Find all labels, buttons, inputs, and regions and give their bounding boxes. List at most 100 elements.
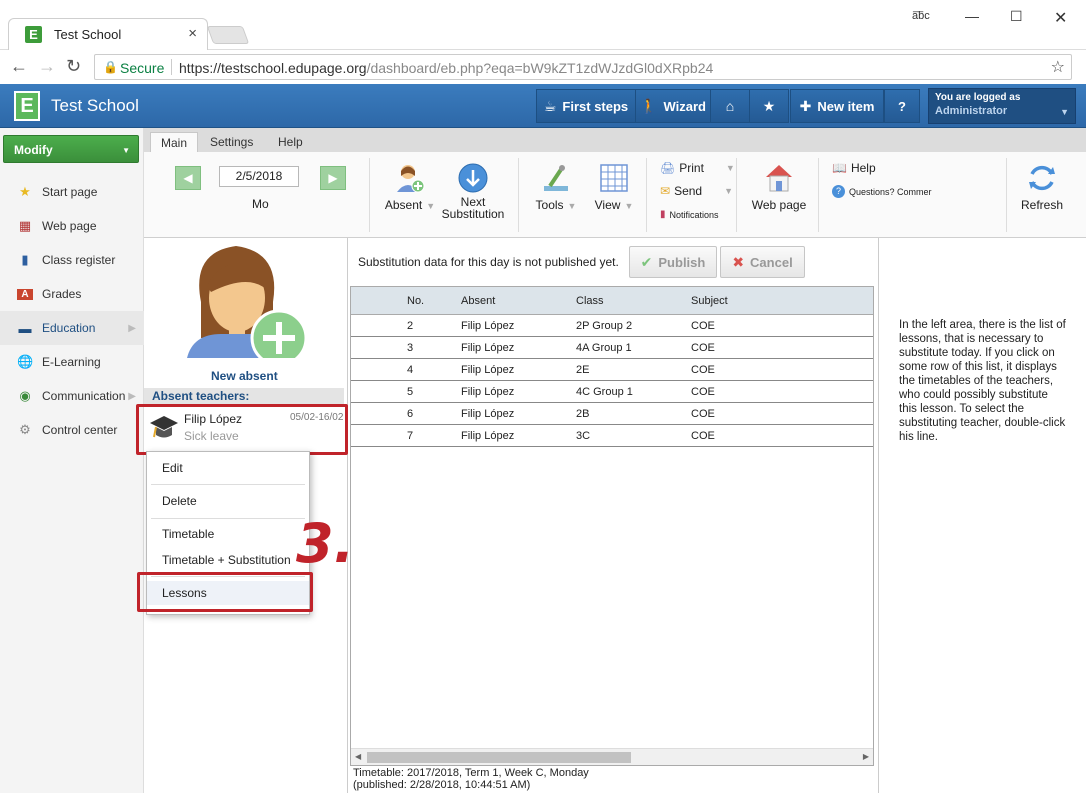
home-button[interactable]: ⌂ (710, 89, 750, 123)
lessons-table: No. Absent Class Subject 2 Filip López 2… (350, 286, 874, 766)
ribbon-divider (369, 158, 370, 232)
tab-settings[interactable]: Settings (200, 132, 263, 152)
forward-icon[interactable]: → (38, 56, 56, 77)
next-day-button[interactable]: ▶ (320, 166, 346, 190)
send-button[interactable]: ✉ Send ▼ (660, 184, 733, 198)
cancel-label: Cancel (750, 254, 793, 270)
maximize-icon[interactable]: ☐ (1010, 8, 1023, 25)
table-row[interactable]: 5 Filip López 4C Group 1 COE (351, 381, 873, 403)
cell-subject: COE (691, 386, 715, 398)
refresh-button[interactable]: Refresh (1012, 162, 1072, 212)
column-header-absent[interactable]: Absent (461, 295, 495, 307)
home-icon: ⌂ (725, 98, 735, 114)
new-item-button[interactable]: ✚ New item (790, 89, 884, 123)
previous-day-button[interactable]: ◀ (175, 166, 201, 190)
modify-button[interactable]: Modify ▼ (3, 135, 139, 163)
tab-main[interactable]: Main (150, 132, 199, 152)
sidebar-item-education[interactable]: ▬ Education ▶ (0, 311, 144, 345)
horizontal-scrollbar[interactable]: ◀ ▶ (351, 748, 873, 765)
sidebar-item-e-learning[interactable]: 🌐 E-Learning (0, 345, 144, 379)
back-icon[interactable]: ← (10, 56, 28, 77)
tab-help[interactable]: Help (268, 132, 313, 152)
table-row[interactable]: 7 Filip López 3C COE (351, 425, 873, 447)
edupage-logo[interactable]: E (14, 91, 40, 121)
table-row[interactable]: 3 Filip López 4A Group 1 COE (351, 337, 873, 359)
scroll-right-icon[interactable]: ▶ (863, 752, 869, 761)
gear-icon: ⚙ (19, 422, 31, 437)
chevron-down-icon: ▼ (724, 186, 734, 196)
cell-subject: COE (691, 408, 715, 420)
bookmark-star-icon[interactable]: ☆ (1051, 57, 1065, 77)
chevron-right-icon: ▶ (128, 322, 136, 334)
sidebar-item-control-center[interactable]: ⚙ Control center (0, 413, 144, 447)
column-header-class[interactable]: Class (576, 295, 604, 307)
timetable-info: Timetable: 2017/2018, Term 1, Week C, Mo… (353, 767, 589, 791)
sidebar-item-grades[interactable]: A Grades (0, 277, 144, 311)
sidebar-item-class-register[interactable]: ▮ Class register (0, 243, 144, 277)
scroll-left-icon[interactable]: ◀ (355, 752, 361, 761)
tab-close-icon[interactable]: × (188, 25, 197, 42)
next-substitution-label-2: Substitution (441, 207, 505, 221)
absent-button[interactable]: Absent ▼ (380, 162, 440, 212)
question-icon: ? (832, 185, 845, 198)
favorites-button[interactable]: ★ (749, 89, 789, 123)
table-row[interactable]: 2 Filip López 2P Group 2 COE (351, 315, 873, 337)
star-icon: ★ (762, 97, 776, 114)
book-icon: ☕ (543, 97, 557, 114)
questions-link[interactable]: ? Questions? Commer (832, 185, 932, 198)
cell-class: 4C Group 1 (576, 386, 633, 398)
globe-icon: 🌐 (17, 354, 34, 369)
url-path: /dashboard/eb.php?eqa=bW9kZT1zdWJzdGl0dX… (366, 60, 714, 76)
print-button[interactable]: 🖨 Print ▼ (660, 161, 735, 175)
browser-tab-title: Test School (54, 27, 122, 42)
cell-absent: Filip López (461, 430, 515, 442)
school-name[interactable]: Test School (51, 96, 139, 116)
lessons-highlight-annotation (137, 572, 313, 612)
new-absent-label[interactable]: New absent (211, 369, 278, 383)
publish-label: Publish (658, 254, 706, 270)
notifications-button[interactable]: ▮ Notifications (660, 209, 719, 220)
column-header-subject[interactable]: Subject (691, 295, 728, 307)
web-page-button[interactable]: Web page (748, 162, 810, 212)
tools-button[interactable]: Tools ▼ (528, 162, 584, 212)
view-button[interactable]: View ▼ (588, 162, 640, 212)
ribbon-divider (736, 158, 737, 232)
table-row[interactable]: 4 Filip López 2E COE (351, 359, 873, 381)
sidebar-item-communication[interactable]: ◉ Communication ▶ (0, 379, 144, 413)
cell-subject: COE (691, 430, 715, 442)
next-substitution-button[interactable]: Next Substitution (440, 162, 506, 220)
address-bar[interactable]: 🔒 Secure https://testschool.edupage.org/… (94, 54, 1072, 80)
scrollbar-thumb[interactable] (367, 752, 631, 763)
date-field[interactable]: 2/5/2018 (219, 166, 299, 187)
column-header-no[interactable]: No. (407, 295, 424, 307)
print-icon: 🖨 (660, 161, 676, 175)
reload-icon[interactable]: ↻ (66, 56, 81, 77)
menu-item-timetable-substitution[interactable]: Timetable + Substitution (147, 548, 309, 572)
url-text[interactable]: https://testschool.edupage.org/dashboard… (179, 60, 713, 76)
menu-item-delete[interactable]: Delete (147, 489, 309, 513)
cancel-button[interactable]: ✖ Cancel (720, 246, 805, 278)
help-button[interactable]: ? (884, 89, 920, 123)
sidebar-item-start-page[interactable]: ★ Start page (0, 175, 144, 209)
first-steps-button[interactable]: ☕ First steps (536, 89, 636, 123)
minimize-icon[interactable]: — (965, 8, 979, 24)
new-absent-avatar[interactable] (181, 242, 311, 367)
help-link[interactable]: 📖 Help (832, 161, 876, 175)
menu-item-edit[interactable]: Edit (147, 456, 309, 480)
sidebar-item-web-page[interactable]: ▦ Web page (0, 209, 144, 243)
browser-tab[interactable]: E Test School × (8, 18, 208, 50)
user-menu[interactable]: You are logged as Administrator ▼ (928, 88, 1076, 124)
table-row[interactable]: 6 Filip López 2B COE (351, 403, 873, 425)
profile-label[interactable]: a͞bc (912, 10, 930, 22)
cell-subject: COE (691, 342, 715, 354)
education-icon: ▬ (18, 320, 32, 336)
step-number-annotation: 3. (296, 512, 355, 575)
new-absent-person-icon (187, 246, 308, 367)
new-tab-button[interactable] (206, 26, 250, 44)
window-close-icon[interactable]: ✕ (1054, 8, 1067, 28)
ribbon-tabs: Main Settings Help (144, 128, 1086, 152)
publish-button[interactable]: ✔ Publish (629, 246, 717, 278)
wizard-button[interactable]: 🚶 Wizard (635, 89, 711, 123)
cell-subject: COE (691, 364, 715, 376)
menu-item-timetable[interactable]: Timetable (147, 522, 309, 546)
